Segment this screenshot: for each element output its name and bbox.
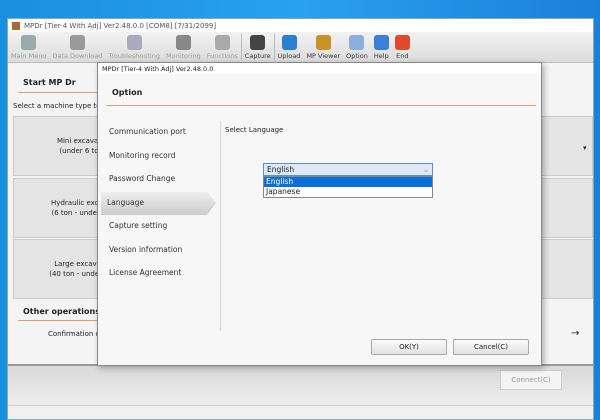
toolbar-label: Option — [346, 52, 368, 60]
status-bar — [8, 405, 593, 419]
ok-button[interactable]: OK(Y) — [371, 339, 447, 355]
toolbar-capture-button[interactable]: Capture — [242, 32, 274, 62]
select-text: Select a machine type to — [13, 102, 101, 110]
toolbar-mp-viewer-button[interactable]: MP Viewer — [303, 32, 343, 62]
camera-icon — [250, 35, 266, 50]
option-english[interactable]: English — [264, 177, 432, 187]
toolbar-label: Main Menu — [11, 52, 47, 60]
dialog-title: MPDr [Tier-4 With Adj] Ver2.48.0.0 — [98, 63, 541, 74]
selected-language: English — [267, 165, 295, 174]
nav-item-license-agreement[interactable]: License Agreement — [101, 262, 216, 286]
stethoscope-icon — [126, 35, 142, 50]
upload-icon — [281, 35, 297, 50]
toolbar-help-button[interactable]: Help — [371, 32, 392, 62]
help-icon — [373, 35, 389, 50]
nav-item-version-information[interactable]: Version information — [101, 239, 216, 263]
app-logo-icon — [12, 21, 20, 30]
viewer-icon — [315, 35, 331, 50]
toolbar-option-button[interactable]: Option — [343, 32, 371, 62]
divider — [18, 320, 108, 321]
toolbar-label: End — [396, 52, 409, 60]
toolbar-label: MP Viewer — [306, 52, 341, 60]
toolbar-label: Upload — [277, 52, 301, 60]
connect-button[interactable]: Connect(C) — [500, 370, 562, 390]
toolbar-end-button[interactable]: End — [392, 32, 413, 62]
select-language-label: Select Language — [225, 126, 284, 134]
toolbar-main-menu-button[interactable]: Main Menu — [8, 32, 49, 62]
nav-item-capture-setting[interactable]: Capture setting — [101, 215, 216, 239]
divider — [18, 92, 108, 93]
main-menu-icon — [21, 35, 37, 50]
toolbar-label: Help — [373, 52, 389, 60]
power-icon — [394, 35, 410, 50]
option-nav: Communication port Monitoring record Passw… — [101, 121, 216, 286]
download-icon — [69, 35, 85, 50]
toolbar-label: Functions — [206, 52, 238, 60]
dropdown-icon[interactable]: ▾ — [583, 144, 587, 152]
gear-icon — [349, 35, 365, 50]
toolbar-label: Capture — [244, 52, 271, 60]
functions-icon — [214, 35, 230, 50]
start-title: Start MP Dr — [23, 78, 76, 87]
gauge-icon — [175, 35, 191, 50]
arrow-right-icon[interactable]: → — [571, 328, 579, 339]
confirmation-item[interactable]: Confirmation o — [48, 330, 100, 338]
toolbar-data-download-button[interactable]: Data Download — [49, 32, 105, 62]
title-bar: MPDr [Tier-4 With Adj] Ver2.48.0.0 [COM8… — [8, 19, 593, 32]
option-japanese[interactable]: Japanese — [264, 187, 432, 197]
toolbar: Main Menu Data Download Troubleshooting Mon… — [8, 32, 593, 63]
chevron-down-icon: ⌄ — [422, 165, 429, 174]
nav-item-monitoring-record[interactable]: Monitoring record — [101, 145, 216, 169]
language-dropdown-list: English Japanese — [263, 176, 433, 198]
toolbar-monitoring-button[interactable]: Monitoring — [163, 32, 204, 62]
dialog-header: Option — [112, 88, 143, 97]
other-operations-title: Other operations — [23, 307, 100, 316]
divider — [106, 105, 536, 106]
cancel-button[interactable]: Cancel(C) — [453, 339, 529, 355]
nav-item-language[interactable]: Language — [101, 191, 216, 215]
option-dialog: MPDr [Tier-4 With Adj] Ver2.48.0.0 Optio… — [97, 62, 542, 366]
toolbar-functions-button[interactable]: Functions — [204, 32, 241, 62]
toolbar-troubleshooting-button[interactable]: Troubleshooting — [105, 32, 163, 62]
toolbar-label: Data Download — [52, 52, 103, 60]
divider — [220, 121, 222, 331]
toolbar-upload-button[interactable]: Upload — [275, 32, 304, 62]
language-select[interactable]: English ⌄ — [263, 163, 433, 176]
nav-item-password-change[interactable]: Password Change — [101, 168, 216, 192]
toolbar-label: Troubleshooting — [108, 52, 160, 60]
nav-item-communication-port[interactable]: Communication port — [101, 121, 216, 145]
toolbar-label: Monitoring — [165, 52, 201, 60]
window-title: MPDr [Tier-4 With Adj] Ver2.48.0.0 [COM8… — [24, 21, 217, 30]
